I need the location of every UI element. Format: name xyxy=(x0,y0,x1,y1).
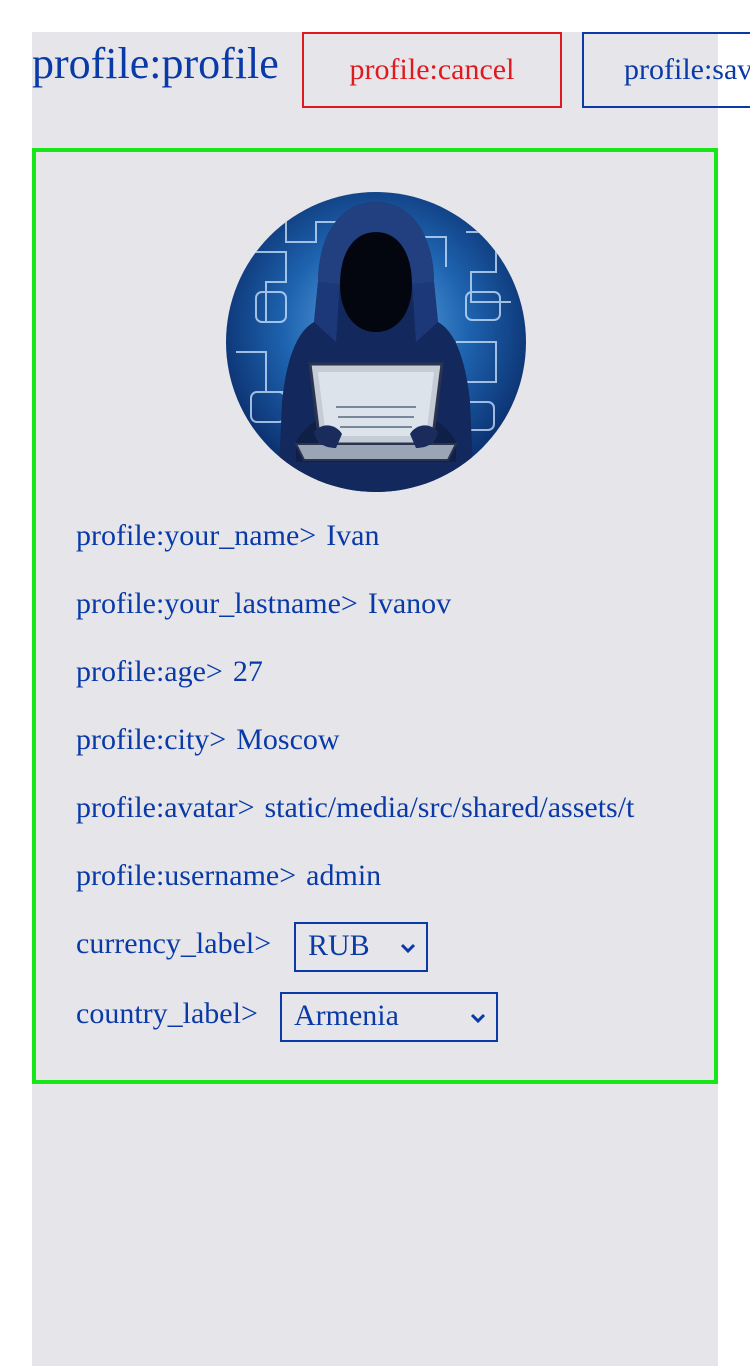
field-first-name: profile:your_name> Ivan xyxy=(76,518,676,554)
currency-selected-value: RUB xyxy=(308,929,370,962)
page-header: profile:profile profile:cancel profile:s… xyxy=(32,32,750,108)
field-city: profile:city> Moscow xyxy=(76,722,676,758)
field-avatar: profile:avatar> static/media/src/shared/a… xyxy=(76,790,674,826)
username-value[interactable]: admin xyxy=(306,859,381,892)
page-title: profile:profile xyxy=(32,39,279,88)
field-label: profile:your_name> xyxy=(76,519,317,552)
field-label: profile:username> xyxy=(76,859,297,892)
avatar-path-value[interactable]: static/media/src/shared/assets/t xyxy=(265,791,635,824)
avatar xyxy=(226,192,526,492)
save-button[interactable]: profile:save xyxy=(582,32,750,108)
country-selected-value: Armenia xyxy=(294,999,399,1032)
field-username: profile:username> admin xyxy=(76,858,676,894)
age-value[interactable]: 27 xyxy=(233,655,263,688)
country-select[interactable]: Armenia xyxy=(280,992,498,1042)
first-name-value[interactable]: Ivan xyxy=(326,519,379,552)
profile-card: profile:your_name> Ivan profile:your_last… xyxy=(32,148,718,1084)
last-name-value[interactable]: Ivanov xyxy=(368,587,451,620)
cancel-button[interactable]: profile:cancel xyxy=(302,32,562,108)
field-label: profile:age> xyxy=(76,655,223,688)
hacker-avatar-image xyxy=(226,192,526,492)
field-age: profile:age> 27 xyxy=(76,654,676,690)
chevron-down-icon xyxy=(400,943,416,954)
field-last-name: profile:your_lastname> Ivanov xyxy=(76,586,676,622)
city-value[interactable]: Moscow xyxy=(236,723,339,756)
field-label: profile:your_lastname> xyxy=(76,587,358,620)
chevron-down-icon xyxy=(470,1013,486,1024)
field-label: profile:avatar> xyxy=(76,791,255,824)
field-label: profile:city> xyxy=(76,723,227,756)
currency-select[interactable]: RUB xyxy=(294,922,428,972)
